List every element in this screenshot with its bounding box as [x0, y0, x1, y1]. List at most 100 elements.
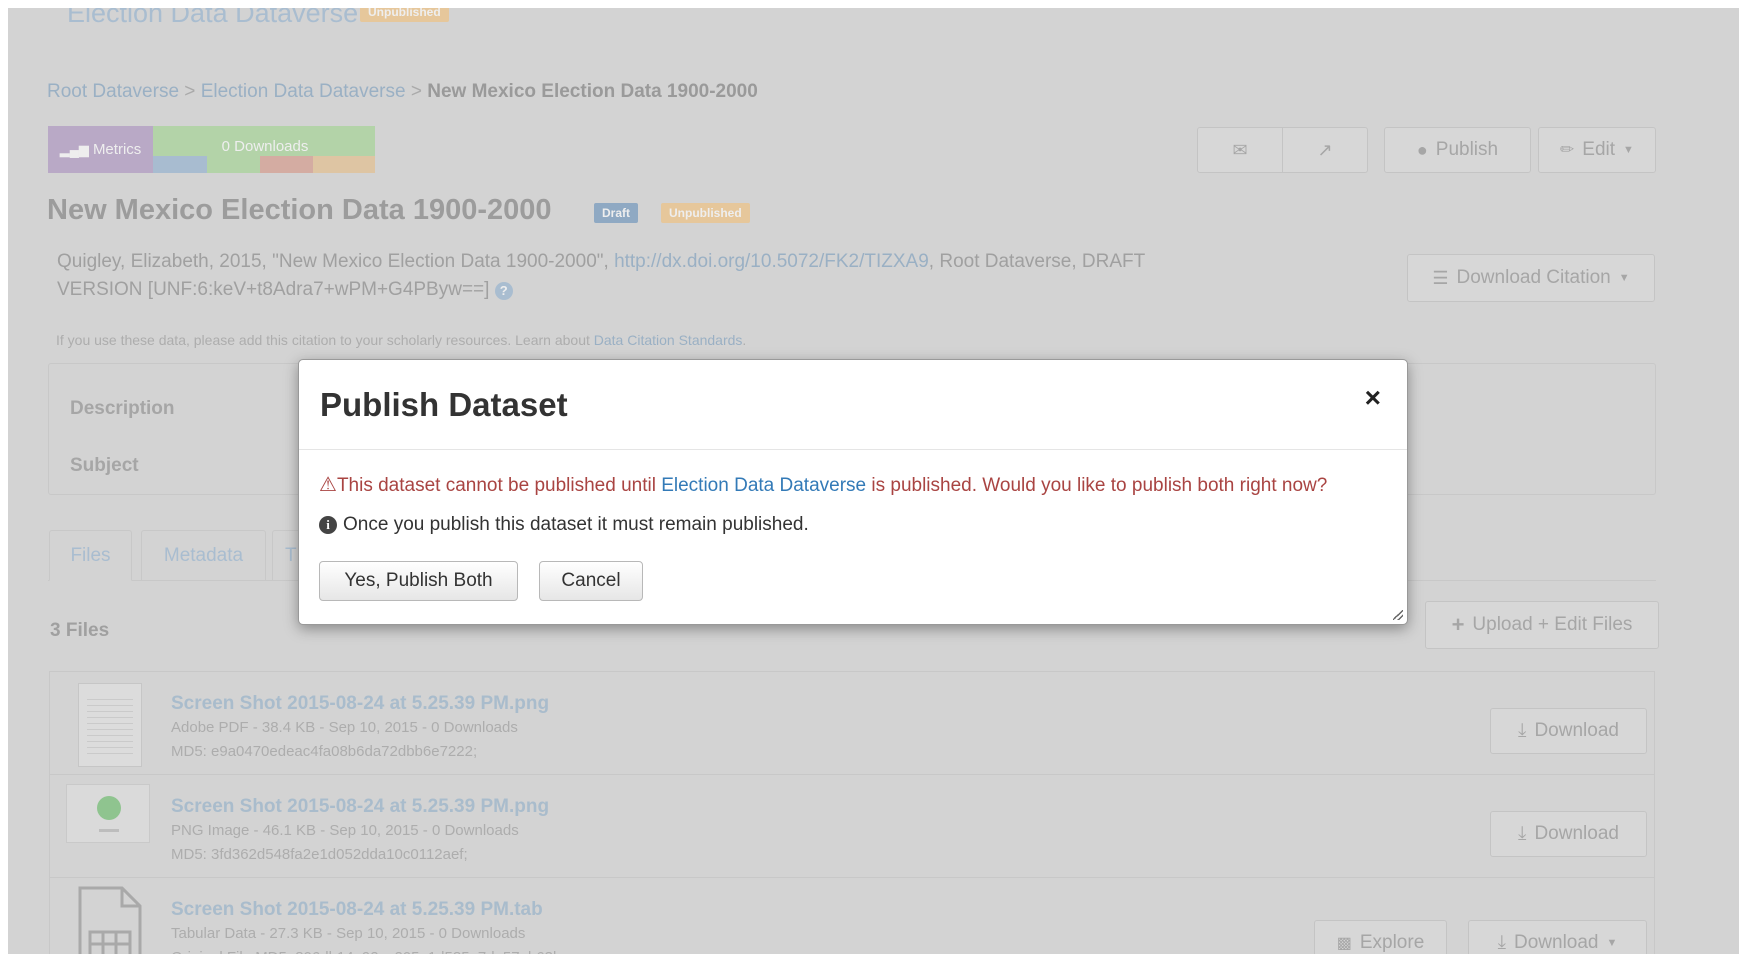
file-meta: PNG Image - 46.1 KB - Sep 10, 2015 - 0 D… [171, 819, 519, 867]
download-icon: ⤓ [1518, 823, 1527, 844]
metrics-label: Metrics [92, 141, 142, 158]
breadcrumb-parent-link[interactable]: Election Data Dataverse [201, 81, 406, 102]
files-count: 3 Files [50, 620, 110, 641]
tab-files[interactable]: Files [49, 530, 132, 581]
file-name-link[interactable]: Screen Shot 2015-08-24 at 5.25.39 PM.tab [171, 899, 543, 921]
file-info: PNG Image - 46.1 KB - Sep 10, 2015 - 0 D… [171, 822, 519, 839]
breadcrumb-separator: > [184, 81, 196, 102]
download-citation-button[interactable]: ☰ Download Citation ▼ [1407, 254, 1655, 302]
download-button[interactable]: ⤓ Download [1490, 708, 1647, 754]
file-info: Tabular Data - 27.3 KB - Sep 10, 2015 - … [171, 925, 526, 942]
caret-down-icon: ▼ [1618, 272, 1630, 284]
metrics-bar-red [260, 156, 313, 173]
explore-button-label: Explore [1359, 932, 1425, 953]
edit-button-label: Edit [1582, 139, 1616, 160]
spotify-logo-icon [97, 796, 121, 820]
file-thumbnail[interactable] [66, 784, 150, 843]
yes-publish-both-label: Yes, Publish Both [344, 570, 493, 591]
breadcrumb-root-link[interactable]: Root Dataverse [47, 81, 179, 102]
metrics-bar-orange [313, 156, 375, 173]
file-md5: MD5: 3fd362d548fa2e1d052dda10c0112aef; [171, 846, 468, 863]
citation-notice: If you use these data, please add this c… [56, 332, 746, 348]
spreadsheet-icon [78, 886, 142, 954]
edit-button[interactable]: ✏ Edit ▼ [1538, 127, 1656, 173]
dataverse-unpublished-badge: Unpublished [360, 8, 449, 22]
explore-button[interactable]: ▩ Explore [1314, 920, 1447, 954]
bar-chart-icon: ▂▄▆ [59, 141, 89, 157]
breadcrumb-separator: > [410, 81, 422, 102]
envelope-icon: ✉ [1232, 139, 1248, 160]
file-md5: MD5: e9a0470edeac4fa08b6da72dbb6e7222; [171, 743, 478, 760]
breadcrumb: Root Dataverse > Election Data Dataverse… [47, 81, 758, 103]
download-button[interactable]: ⤓ Download [1490, 811, 1647, 857]
tabular-file-icon[interactable] [78, 886, 142, 954]
cancel-label: Cancel [561, 570, 621, 591]
share-icon: ↗ [1317, 139, 1333, 160]
unpublished-badge: Unpublished [661, 203, 750, 223]
explore-icon: ▩ [1336, 935, 1352, 952]
yes-publish-both-button[interactable]: Yes, Publish Both [319, 561, 518, 601]
tab-terms-label: T [285, 544, 297, 566]
citation-notice-text: If you use these data, please add this c… [56, 332, 594, 348]
citation-text: Quigley, Elizabeth, 2015, "New Mexico El… [57, 248, 1257, 304]
metrics-bar-blue [153, 156, 207, 173]
data-citation-standards-link[interactable]: Data Citation Standards [594, 332, 743, 348]
contact-button[interactable]: ✉ [1197, 127, 1283, 173]
download-button-label: Download [1534, 720, 1619, 741]
pencil-icon: ✏ [1560, 140, 1575, 159]
share-button[interactable]: ↗ [1282, 127, 1368, 173]
election-data-dataverse-link[interactable]: Election Data Dataverse [661, 475, 866, 496]
file-name-link[interactable]: Screen Shot 2015-08-24 at 5.25.39 PM.png [171, 693, 549, 715]
modal-header: Publish Dataset × [299, 360, 1407, 450]
resize-handle-icon[interactable] [1393, 610, 1403, 620]
download-icon: ⤓ [1497, 932, 1506, 953]
download-citation-label: Download Citation [1456, 267, 1611, 288]
modal-info: i Once you publish this dataset it must … [319, 514, 809, 536]
citation-notice-end: . [742, 332, 747, 348]
metrics-bar-green [207, 156, 260, 173]
upload-edit-files-button[interactable]: + Upload + Edit Files [1425, 601, 1659, 649]
info-text: Once you publish this dataset it must re… [343, 514, 809, 535]
caret-down-icon: ▼ [1623, 144, 1634, 156]
caption-line [99, 829, 119, 832]
dataset-title: New Mexico Election Data 1900-2000 [47, 194, 552, 226]
file-meta: Tabular Data - 27.3 KB - Sep 10, 2015 - … [171, 922, 565, 954]
close-icon[interactable]: × [1365, 382, 1381, 414]
document-preview-icon [87, 694, 133, 754]
tab-files-label: Files [70, 544, 111, 566]
citation-suffix: , Root Dataverse, DRAFT [928, 251, 1146, 272]
download-button-label: Download [1534, 823, 1619, 844]
metrics-downloads: 0 Downloads [221, 138, 309, 155]
file-row: Screen Shot 2015-08-24 at 5.25.39 PM.tab… [49, 877, 1655, 954]
info-icon: i [319, 516, 337, 534]
download-dropdown-button[interactable]: ⤓ Download ▼ [1468, 920, 1647, 954]
warning-text-start: This dataset cannot be published until [336, 475, 662, 496]
globe-icon: ● [1416, 139, 1428, 160]
file-info: Adobe PDF - 38.4 KB - Sep 10, 2015 - 0 D… [171, 719, 518, 736]
citation-doi-link[interactable]: http://dx.doi.org/10.5072/FK2/TIZXA9 [614, 251, 929, 272]
plus-icon: + [1451, 612, 1465, 637]
breadcrumb-current: New Mexico Election Data 1900-2000 [427, 81, 758, 102]
description-label: Description [70, 398, 175, 419]
publish-dataset-modal: Publish Dataset × ⚠This dataset cannot b… [298, 359, 1408, 625]
tab-metadata[interactable]: Metadata [141, 530, 266, 581]
download-icon: ⤓ [1518, 720, 1527, 741]
citation-unf: VERSION [UNF:6:keV+t8Adra7+wPM+G4PByw==] [57, 279, 490, 300]
modal-warning: ⚠This dataset cannot be published until … [319, 472, 1327, 497]
warning-icon: ⚠ [319, 474, 337, 496]
file-name-link[interactable]: Screen Shot 2015-08-24 at 5.25.39 PM.png [171, 796, 549, 818]
tab-metadata-label: Metadata [163, 544, 244, 566]
publish-button[interactable]: ● Publish [1384, 127, 1531, 173]
metrics-widget[interactable]: ▂▄▆ Metrics 0 Downloads [48, 126, 375, 173]
list-icon: ☰ [1432, 267, 1449, 288]
subject-label: Subject [70, 455, 139, 476]
file-thumbnail[interactable] [78, 683, 142, 767]
publish-button-label: Publish [1435, 139, 1499, 160]
dataverse-title[interactable]: Election Data Dataverse [67, 8, 358, 29]
help-icon[interactable]: ? [494, 282, 513, 300]
file-row: Screen Shot 2015-08-24 at 5.25.39 PM.png… [49, 671, 1655, 775]
file-row: Screen Shot 2015-08-24 at 5.25.39 PM.png… [49, 774, 1655, 878]
cancel-button[interactable]: Cancel [539, 561, 643, 601]
download-button-label: Download [1514, 932, 1599, 953]
draft-badge: Draft [594, 203, 639, 223]
